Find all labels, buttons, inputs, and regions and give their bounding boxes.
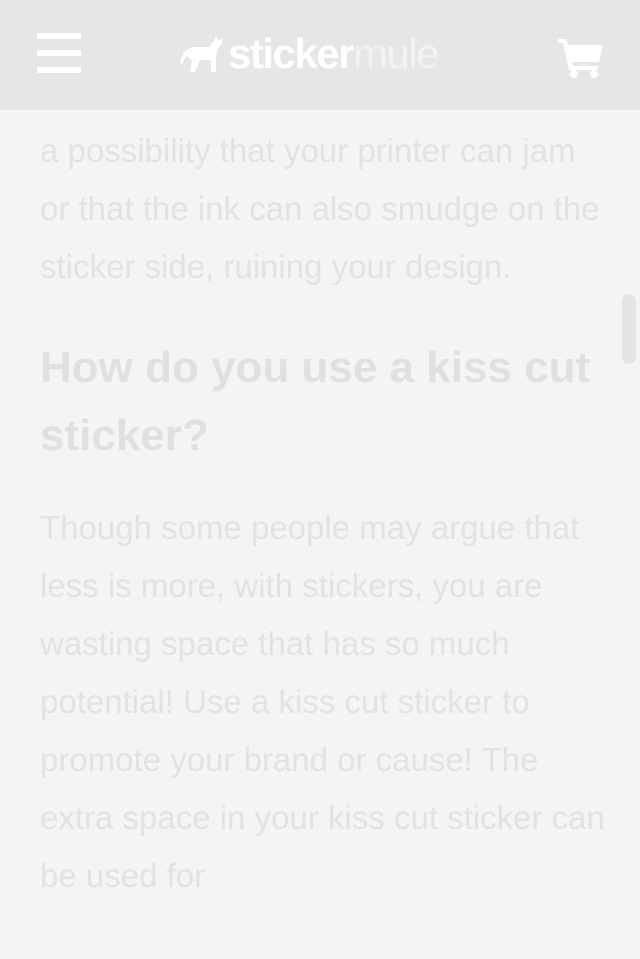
section-heading: How do you use a kiss cut sticker? — [40, 343, 591, 460]
logo-text: stickermule — [228, 30, 440, 77]
mule-logo-icon — [180, 36, 223, 72]
scrollbar-thumb[interactable] — [622, 294, 636, 364]
menu-bar — [37, 33, 81, 39]
hamburger-menu-icon[interactable] — [37, 33, 81, 73]
site-header: stickermule — [0, 0, 640, 110]
article-paragraph: a possibility that your printer can jam … — [40, 132, 600, 285]
menu-bar — [37, 50, 81, 56]
logo-text-mule: mule — [352, 30, 440, 77]
article-content: a possibility that your printer can jam … — [40, 122, 606, 905]
shopping-cart-icon[interactable] — [558, 36, 604, 78]
logo-text-sticker: sticker — [228, 30, 354, 77]
sticker-mule-logo[interactable]: stickermule — [180, 28, 440, 80]
menu-bar — [37, 67, 81, 73]
article-paragraph: Though some people may argue that less i… — [40, 509, 605, 894]
